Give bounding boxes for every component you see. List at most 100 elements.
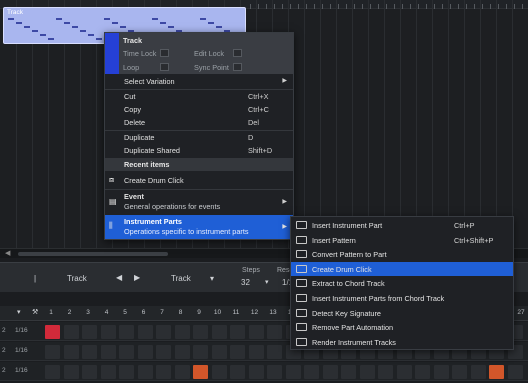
grid-line (464, 0, 465, 250)
submenu-item[interactable]: Insert Instrument Parts from Chord Track (291, 291, 513, 306)
menu-item-duplicate-shared[interactable]: Duplicate Shared Shift+D (105, 144, 293, 157)
step-cell[interactable] (211, 345, 227, 359)
steps-dropdown-icon[interactable]: ▾ (265, 278, 269, 286)
grid-line (384, 0, 385, 250)
step-cell[interactable] (267, 325, 282, 339)
grid-line (320, 0, 321, 250)
step-cell[interactable] (285, 365, 301, 379)
step-cell[interactable] (100, 325, 116, 339)
submenu-item[interactable]: Remove Part Automation (291, 320, 513, 335)
menu-item-instrument-parts[interactable]: ⫼ Instrument Parts Operations specific t… (105, 215, 293, 239)
menu-item-event[interactable]: ▤ Event General operations for events ▶ (105, 191, 293, 215)
steps-value[interactable]: 32 (241, 278, 250, 287)
row-division[interactable]: 1/16 (15, 347, 28, 354)
step-cell[interactable] (100, 345, 116, 359)
step-cell[interactable] (193, 325, 208, 339)
step-cell[interactable] (63, 325, 79, 339)
step-cell[interactable] (156, 325, 171, 339)
menu-item-description: General operations for events (124, 202, 221, 211)
scroll-left-icon[interactable]: ◀ (5, 249, 10, 257)
step-cell[interactable] (248, 325, 264, 339)
part-color-swatch[interactable] (105, 33, 119, 74)
step-cell[interactable] (230, 345, 245, 359)
step-cell[interactable] (82, 325, 97, 339)
submenu-item[interactable]: Create Drum Click (291, 261, 513, 277)
menu-item-copy[interactable]: Copy Ctrl+C (105, 103, 293, 116)
ruler-tick (458, 4, 459, 9)
step-cell[interactable] (193, 365, 208, 379)
submenu-item[interactable]: Render Instrument Tracks (291, 335, 513, 350)
submenu-item[interactable]: Detect Key Signature (291, 306, 513, 321)
step-cell[interactable] (433, 365, 449, 379)
submenu-item[interactable]: Extract to Chord Track (291, 276, 513, 291)
loop-checkbox[interactable] (160, 63, 169, 71)
step-cell[interactable] (341, 365, 356, 379)
step-cell[interactable] (415, 365, 430, 379)
track-selector-1[interactable]: Track (67, 274, 87, 283)
step-cell[interactable] (119, 325, 134, 339)
step-cell[interactable] (248, 345, 264, 359)
step-cell[interactable] (45, 325, 60, 339)
menu-item-cut[interactable]: Cut Ctrl+X (105, 90, 293, 103)
step-cell[interactable] (82, 365, 97, 379)
menu-item-duplicate[interactable]: Duplicate D (105, 131, 293, 144)
submenu-item-label: Extract to Chord Track (312, 279, 385, 289)
step-cell[interactable] (396, 365, 412, 379)
step-cell[interactable] (248, 365, 264, 379)
sync-point-checkbox[interactable] (233, 63, 242, 71)
step-cell[interactable] (230, 365, 245, 379)
step-cell[interactable] (489, 365, 504, 379)
step-cell[interactable] (45, 365, 60, 379)
drum-icon (296, 264, 307, 273)
step-cell[interactable] (82, 345, 97, 359)
step-cell[interactable] (137, 345, 153, 359)
scroll-thumb[interactable] (18, 252, 168, 256)
step-cell[interactable] (359, 365, 375, 379)
step-cell[interactable] (230, 325, 245, 339)
prev-track-icon[interactable]: ◀ (116, 273, 122, 282)
step-cell[interactable] (304, 365, 319, 379)
step-cell[interactable] (63, 345, 79, 359)
time-lock-checkbox[interactable] (160, 49, 169, 57)
menu-item-recent-create-drum-click[interactable]: ⧈ Create Drum Click (105, 174, 293, 187)
step-cell[interactable] (174, 325, 190, 339)
step-cell[interactable] (507, 365, 523, 379)
step-cell[interactable] (156, 345, 171, 359)
step-cell[interactable] (45, 345, 60, 359)
step-cell[interactable] (174, 345, 190, 359)
step-cell[interactable] (100, 365, 116, 379)
submenu-item[interactable]: Insert Instrument Part Ctrl+P (291, 218, 513, 233)
note-event (40, 34, 46, 36)
grid-line (448, 0, 449, 250)
menu-item-delete[interactable]: Delete Del (105, 116, 293, 129)
next-track-icon[interactable]: ▶ (134, 273, 140, 282)
step-cell[interactable] (119, 345, 134, 359)
submenu-item[interactable]: Insert Pattern Ctrl+Shift+P (291, 233, 513, 248)
submenu-item[interactable]: Convert Pattern to Part (291, 247, 513, 262)
step-cell[interactable] (267, 365, 282, 379)
step-cell[interactable] (63, 365, 79, 379)
step-cell[interactable] (452, 365, 467, 379)
step-cell[interactable] (193, 345, 208, 359)
track-selector-2[interactable]: Track (171, 274, 191, 283)
step-cell[interactable] (322, 365, 338, 379)
chevron-down-icon[interactable]: ▾ (210, 274, 214, 283)
wrench-icon[interactable]: ⚒ (32, 308, 38, 316)
grid-line (496, 0, 497, 250)
step-cell[interactable] (378, 365, 393, 379)
dropdown-icon[interactable]: ▾ (17, 308, 21, 316)
step-cell[interactable] (137, 325, 153, 339)
step-cell[interactable] (137, 365, 153, 379)
row-division[interactable]: 1/16 (15, 327, 28, 334)
step-cell[interactable] (470, 365, 486, 379)
step-cell[interactable] (119, 365, 134, 379)
step-cell[interactable] (211, 325, 227, 339)
edit-lock-checkbox[interactable] (233, 49, 242, 57)
step-cell[interactable] (156, 365, 171, 379)
step-cell[interactable] (211, 365, 227, 379)
menu-item-select-variation[interactable]: Select Variation ▶ (105, 75, 293, 88)
step-cell[interactable] (267, 345, 282, 359)
step-cell[interactable] (174, 365, 190, 379)
row-division[interactable]: 1/16 (15, 367, 28, 374)
shortcut-label: Ctrl+P (454, 221, 475, 230)
